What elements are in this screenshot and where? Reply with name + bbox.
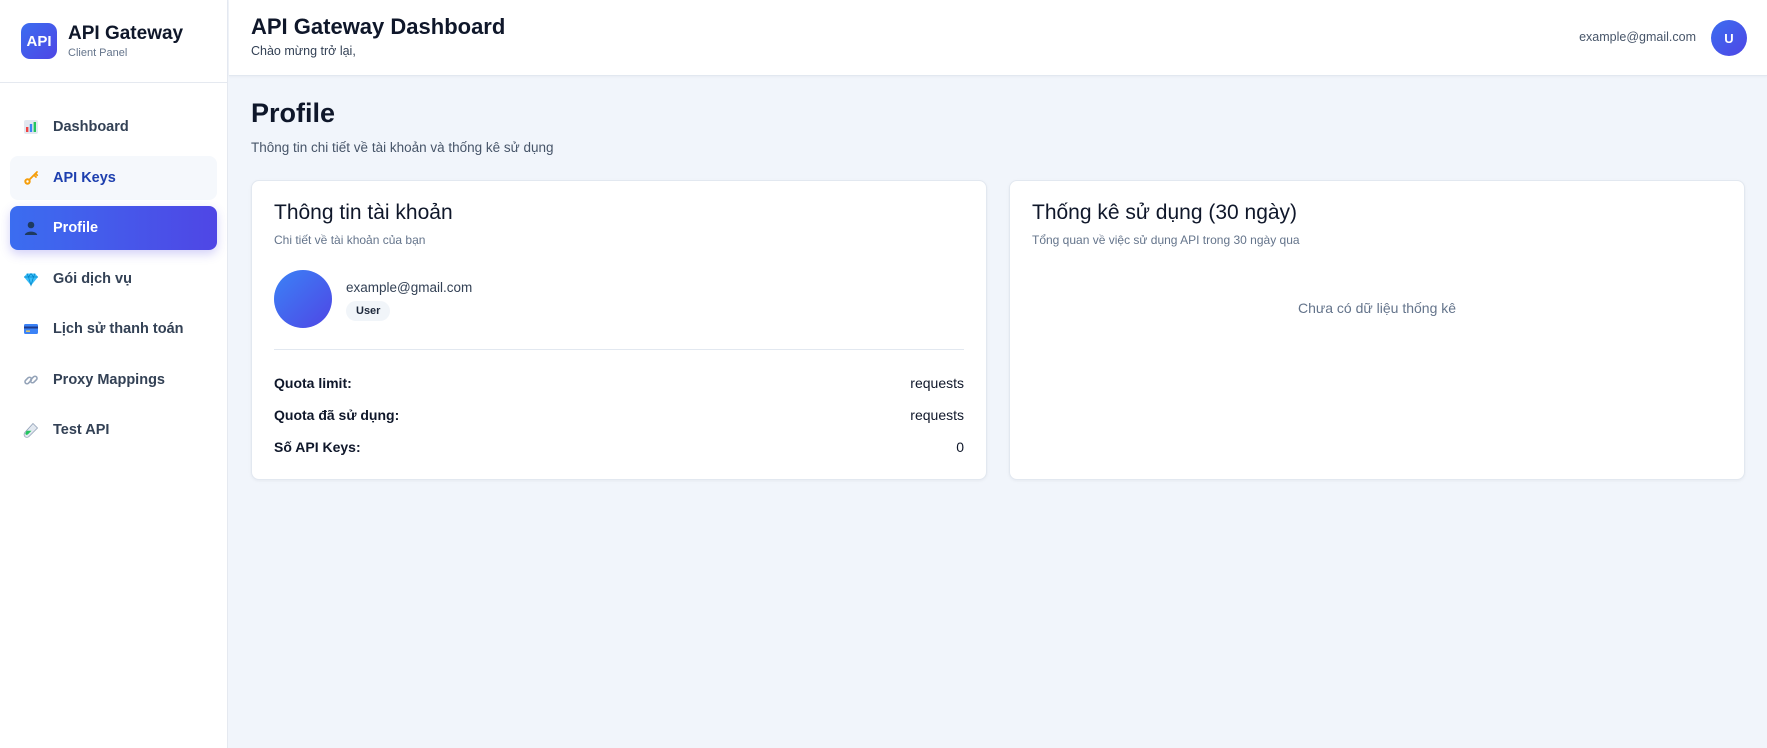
sidebar-item-profile[interactable]: Profile	[10, 206, 217, 250]
stat-label: Quota limit:	[274, 375, 352, 391]
divider	[274, 349, 964, 350]
card-subtitle: Chi tiết về tài khoản của bạn	[274, 233, 426, 247]
header-user-email: example@gmail.com	[1579, 30, 1696, 44]
card-subtitle: Tổng quan về việc sử dụng API trong 30 n…	[1032, 233, 1300, 247]
test-tube-icon	[22, 421, 40, 439]
page-subtitle: Thông tin chi tiết về tài khoản và thống…	[251, 140, 554, 155]
sidebar-item-label: API Keys	[53, 169, 116, 186]
brand-title: API Gateway	[68, 22, 184, 44]
bar-chart-icon	[22, 118, 40, 136]
key-icon	[22, 169, 40, 187]
stat-value: requests	[910, 375, 964, 391]
header-title: API Gateway Dashboard	[251, 14, 506, 39]
sidebar-item-proxy-mappings[interactable]: Proxy Mappings	[10, 358, 217, 402]
empty-state-message: Chưa có dữ liệu thống kê	[1297, 300, 1457, 316]
diamond-icon	[22, 270, 40, 288]
sidebar-item-label: Gói dịch vụ	[53, 270, 132, 287]
sidebar-item-label: Proxy Mappings	[53, 371, 165, 388]
stat-row-quota-used: Quota đã sử dụng: requests	[274, 405, 964, 425]
account-info-card: Thông tin tài khoản Chi tiết về tài khoả…	[251, 180, 987, 480]
card-title: Thông tin tài khoản	[274, 201, 453, 224]
card-title: Thống kê sử dụng (30 ngày)	[1032, 201, 1298, 224]
stat-row-quota-limit: Quota limit: requests	[274, 373, 964, 393]
stat-row-api-keys-count: Số API Keys: 0	[274, 437, 964, 457]
brand-logo: API	[21, 23, 57, 59]
stat-value: 0	[956, 439, 964, 455]
user-icon	[22, 219, 40, 237]
credit-card-icon	[22, 320, 40, 338]
role-badge: User	[346, 301, 391, 321]
sidebar-nav: Dashboard API Keys Profile Gói dịch vụ L…	[0, 83, 227, 452]
sidebar: API API Gateway Client Panel Dashboard A…	[0, 0, 228, 748]
avatar	[274, 270, 332, 328]
sidebar-item-label: Profile	[53, 220, 99, 236]
top-header: API Gateway Dashboard Chào mừng trở lại,…	[229, 0, 1767, 76]
stat-label: Số API Keys:	[274, 439, 361, 455]
header-subtitle: Chào mừng trở lại,	[251, 44, 356, 58]
profile-email: example@gmail.com	[346, 280, 473, 295]
sidebar-item-plans[interactable]: Gói dịch vụ	[10, 257, 217, 301]
sidebar-item-dashboard[interactable]: Dashboard	[10, 105, 217, 149]
sidebar-item-api-keys[interactable]: API Keys	[10, 155, 217, 200]
sidebar-item-label: Test API	[53, 422, 110, 438]
sidebar-item-test-api[interactable]: Test API	[10, 408, 217, 452]
sidebar-item-payment-history[interactable]: Lịch sử thanh toán	[10, 307, 217, 351]
sidebar-item-label: Dashboard	[53, 119, 129, 135]
brand-subtitle: Client Panel	[68, 46, 128, 59]
stat-label: Quota đã sử dụng:	[274, 407, 400, 423]
link-icon	[22, 371, 40, 389]
usage-stats-card: Thống kê sử dụng (30 ngày) Tổng quan về …	[1009, 180, 1745, 480]
stat-value: requests	[910, 407, 964, 423]
brand[interactable]: API API Gateway Client Panel	[0, 0, 227, 83]
brand-text: API Gateway Client Panel	[68, 23, 183, 60]
sidebar-item-label: Lịch sử thanh toán	[53, 321, 184, 337]
user-avatar[interactable]: U	[1711, 20, 1747, 56]
page-title: Profile	[251, 98, 336, 128]
